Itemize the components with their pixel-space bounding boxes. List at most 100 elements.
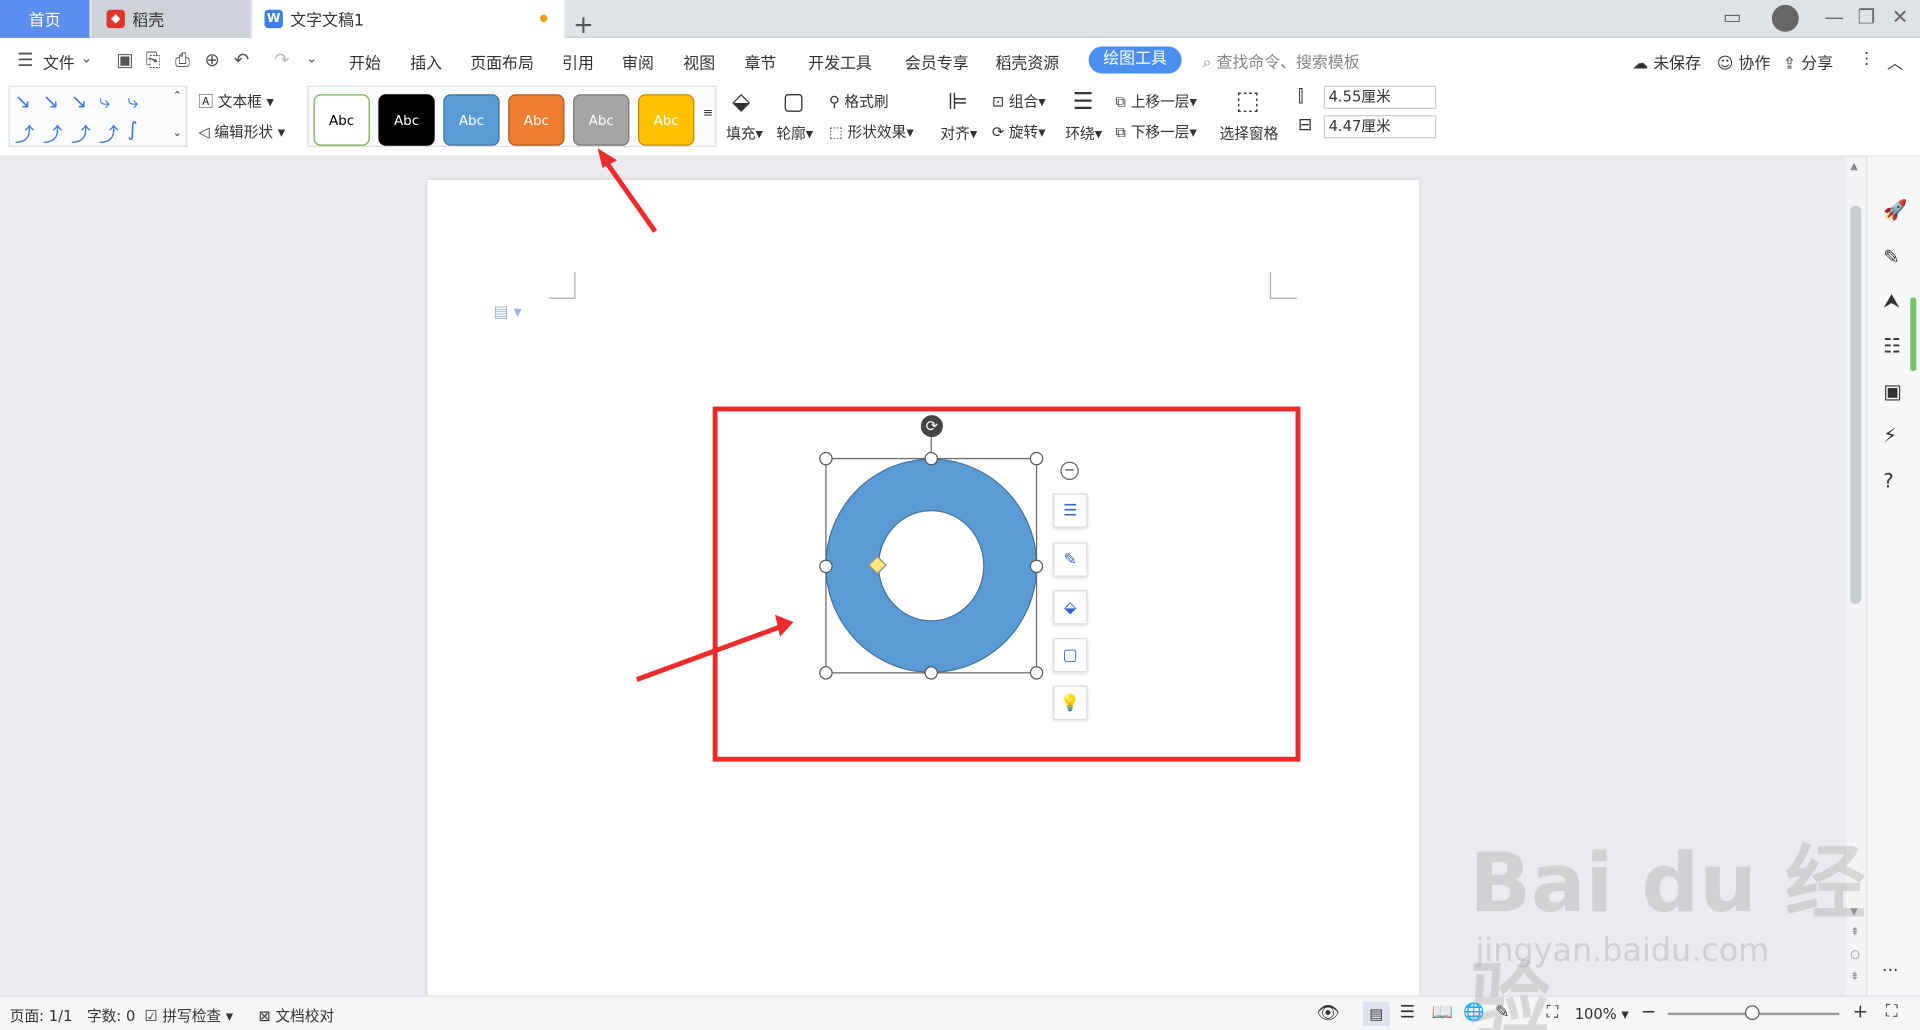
menu-reference[interactable]: 引用 (562, 50, 594, 73)
collapse-toolbar-icon[interactable]: − (1060, 461, 1079, 481)
proofread-button[interactable]: ⊠ 文档校对 (258, 1005, 334, 1026)
pen-icon[interactable]: ✎ (1883, 245, 1899, 268)
style-gold[interactable]: Abc (637, 94, 695, 146)
menu-daoke-resources[interactable]: 稻壳资源 (996, 50, 1060, 73)
resize-handle-se[interactable] (1029, 666, 1044, 680)
hamburger-icon[interactable]: ☰ (17, 49, 33, 71)
export-icon[interactable]: ⎘ (146, 49, 161, 71)
tab-home[interactable]: 首页 (0, 0, 90, 38)
line-arrow-icon[interactable]: ↘ (71, 89, 87, 112)
more-icon[interactable]: ⋮ (1859, 50, 1875, 68)
tab-drawing-tools[interactable]: 绘图工具 (1088, 46, 1182, 74)
elbow-connector-icon[interactable]: ⤷ (99, 89, 110, 113)
smart-tip-icon[interactable]: 💡 (1053, 685, 1088, 721)
resize-handle-sw[interactable] (819, 666, 833, 680)
share-button[interactable]: ⇪ 分享 (1783, 50, 1833, 73)
collapse-ribbon-icon[interactable]: ︿ (1887, 50, 1903, 73)
style-black[interactable]: Abc (378, 94, 435, 146)
selection-pane-button[interactable]: 选择窗格 (1220, 122, 1279, 143)
gallery-expand-icon[interactable]: ⌄ (173, 127, 182, 139)
rotate-button[interactable]: ⟳ 旋转▾ (992, 121, 1046, 142)
page-view-icon[interactable]: ▤ (1362, 1001, 1390, 1027)
curved-connector-icon[interactable]: ⤴ (99, 118, 119, 147)
width-input[interactable]: 4.47厘米 (1323, 115, 1437, 139)
avatar[interactable] (1771, 4, 1799, 32)
fill-button[interactable]: 填充▾ (726, 122, 763, 143)
format-brush-button[interactable]: ⚲ 格式刷 (829, 91, 889, 112)
scroll-thumb[interactable] (1850, 205, 1862, 604)
fill-bucket-icon[interactable]: ⬙ (732, 88, 750, 115)
adjust-icon[interactable]: ☷ (1883, 334, 1901, 357)
help-icon[interactable]: ? (1883, 469, 1893, 492)
elbow-connector-icon[interactable]: ⤴ (15, 118, 35, 147)
menu-member[interactable]: 会员专享 (905, 50, 969, 73)
menu-layout[interactable]: 页面布局 (470, 50, 534, 73)
menu-section[interactable]: 章节 (744, 50, 776, 73)
height-input[interactable]: 4.55厘米 (1323, 85, 1437, 109)
scroll-up-icon[interactable]: ▲ (1850, 160, 1858, 171)
wrap-icon[interactable]: ☰ (1073, 88, 1094, 115)
curved-connector-icon[interactable]: ⤴ (71, 118, 91, 147)
preview-icon[interactable]: ⊕ (204, 49, 219, 71)
menu-start[interactable]: 开始 (349, 50, 381, 73)
wrap-button[interactable]: 环绕▾ (1065, 122, 1102, 143)
shape-effect-button[interactable]: ⬚ 形状效果▾ (829, 121, 914, 142)
minimize-icon[interactable]: — (1825, 5, 1845, 28)
textbox-button[interactable]: 🄰 文本框 ▾ (198, 91, 274, 112)
redo-icon[interactable]: ↷ (274, 49, 289, 71)
collab-button[interactable]: ☺ 协作 (1717, 50, 1771, 73)
resize-handle-e[interactable] (1029, 559, 1044, 574)
rotate-handle-icon[interactable]: ⟳ (920, 415, 943, 438)
undo-icon[interactable]: ↶ (234, 49, 249, 71)
paste-options-icon[interactable]: ▤ ▾ (493, 304, 521, 322)
align-icon[interactable]: ⊫ (948, 88, 968, 115)
outline-icon[interactable]: ▢ (782, 88, 804, 115)
tab-daoke[interactable]: ◆ 稻壳 (91, 0, 250, 38)
style-gray[interactable]: Abc (573, 94, 630, 146)
reading-view-icon[interactable]: 📖 (1431, 1003, 1452, 1023)
resize-handle-n[interactable] (924, 451, 938, 466)
close-icon[interactable]: ✕ (1892, 5, 1908, 28)
print-icon[interactable]: ⎙ (175, 49, 190, 71)
resize-handle-ne[interactable] (1029, 451, 1044, 466)
spell-check-button[interactable]: ☑ 拼写检查 ▾ (144, 1005, 233, 1026)
resize-handle-w[interactable] (819, 559, 833, 574)
bring-forward-button[interactable]: ⧉ 上移一层▾ (1116, 91, 1197, 112)
image-edit-icon[interactable]: ▣ (1883, 380, 1902, 403)
customize-icon[interactable]: ⌄ (306, 50, 317, 66)
window-count-icon[interactable]: ▭ (1723, 5, 1742, 28)
send-backward-button[interactable]: ⧉ 下移一层▾ (1116, 121, 1197, 142)
cursor-icon[interactable]: ⮝ (1883, 289, 1900, 313)
word-count[interactable]: 字数: 0 (87, 1005, 135, 1026)
eye-icon[interactable]: 👁 (1316, 1002, 1339, 1024)
tab-document[interactable]: W 文字文稿1 (252, 0, 565, 38)
style-outline-green[interactable]: Abc (313, 94, 370, 146)
menu-view[interactable]: 视图 (683, 50, 715, 73)
fill-color-icon[interactable]: ⬙ (1053, 590, 1088, 625)
gallery-scroll-icon[interactable]: ⌃ (173, 91, 182, 103)
panel-tab-indicator[interactable] (1910, 297, 1917, 372)
save-icon[interactable]: ▣ (116, 49, 133, 71)
menu-review[interactable]: 审阅 (622, 50, 654, 73)
lightning-icon[interactable]: ⚡ (1883, 424, 1897, 447)
line-arrow-icon[interactable]: ↘ (15, 89, 31, 112)
file-menu[interactable]: 文件 (43, 50, 75, 73)
pen-style-icon[interactable]: ✎ (1053, 542, 1088, 577)
style-blue[interactable]: Abc (443, 94, 500, 146)
unsaved-button[interactable]: ☁ 未保存 (1632, 50, 1701, 73)
align-button[interactable]: 对齐▾ (940, 122, 977, 143)
resize-handle-nw[interactable] (819, 451, 833, 466)
layout-options-icon[interactable]: ☰ (1053, 493, 1088, 528)
restore-icon[interactable]: ❐ (1858, 5, 1876, 28)
style-orange[interactable]: Abc (508, 94, 565, 146)
resize-handle-s[interactable] (924, 666, 938, 680)
outline-button[interactable]: 轮廓▾ (776, 122, 813, 143)
line-arrow-icon[interactable]: ↘ (43, 89, 59, 112)
group-button[interactable]: ⊡ 组合▾ (992, 91, 1046, 112)
selection-pane-icon[interactable]: ⬚ (1236, 86, 1260, 115)
outline-color-icon[interactable]: ▢ (1053, 637, 1088, 673)
elbow-connector-icon[interactable]: ⤴ (43, 118, 63, 147)
curve-icon[interactable]: ∫ (127, 118, 137, 141)
edit-shape-button[interactable]: ◁ 编辑形状 ▾ (198, 121, 285, 142)
menu-insert[interactable]: 插入 (410, 50, 442, 73)
